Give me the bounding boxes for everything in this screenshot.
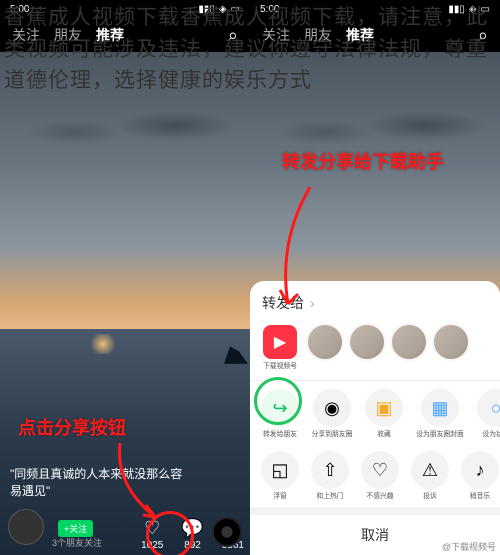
nav-friends[interactable]: 朋友: [54, 25, 82, 45]
hot-button[interactable]: ⇧ 和上热门: [308, 451, 352, 501]
label: 投诉: [423, 493, 437, 500]
user-subline: 3个朋友关注: [52, 536, 102, 549]
nav-recommend[interactable]: 推荐: [96, 25, 124, 45]
image-icon: ▦: [421, 389, 459, 427]
friend-avatar[interactable]: [350, 325, 384, 359]
follow-button[interactable]: +关注: [58, 520, 93, 537]
app-label: 下载视频号: [263, 362, 297, 369]
label: 浮窗: [273, 493, 287, 500]
app-target[interactable]: ▶ 下载视频号: [260, 325, 300, 371]
share-sheet: 转发给 › ▶ 下载视频号 ↪ 转: [250, 281, 500, 555]
left-phone: 5:00 ▮▮▯ ◈ ▭ 关注 朋友 推荐 ⌕ 点击分享按钮 "同频且真诚的人本…: [0, 0, 250, 555]
moments-button[interactable]: ◉ 分享到朋友圈: [308, 389, 356, 439]
float-button[interactable]: ◱ 浮窗: [258, 451, 302, 501]
report-button[interactable]: ⚠ 投诉: [408, 451, 452, 501]
music-icon: ♪: [461, 451, 499, 489]
friend-avatar[interactable]: [434, 325, 468, 359]
set-status-button[interactable]: ○ 设为状态: [474, 389, 500, 439]
annotation-click-share: 点击分享按钮: [18, 414, 126, 440]
bookmark-icon: ▣: [365, 389, 403, 427]
signal-icon: ▮▮▯: [448, 4, 465, 15]
music-disc[interactable]: [212, 517, 242, 547]
float-icon: ◱: [261, 451, 299, 489]
label: 设为朋友圈封面: [416, 431, 464, 438]
set-cover-button[interactable]: ▦ 设为朋友圈封面: [412, 389, 468, 439]
friends-row: ▶ 下载视频号: [250, 321, 500, 379]
friend-avatar[interactable]: [308, 325, 342, 359]
warning-icon: ⚠: [411, 451, 449, 489]
status-bar: 5:00 ▮▮▯ ◈ ▭: [0, 0, 250, 18]
nav-recommend[interactable]: 推荐: [346, 25, 374, 45]
wifi-icon: ◈: [219, 4, 227, 15]
clouds-bg: [0, 102, 250, 162]
label: 分享到朋友圈: [312, 431, 353, 438]
wifi-icon: ◈: [469, 4, 477, 15]
heart-broken-icon: ♡: [361, 451, 399, 489]
green-circle-annotation: [254, 377, 302, 425]
status-icons: ▮▮▯ ◈ ▭: [198, 4, 240, 15]
status-icons: ▮▮▯ ◈ ▭: [448, 4, 490, 15]
nav-follow[interactable]: 关注: [262, 25, 290, 45]
label: 设为状态: [482, 431, 500, 438]
video-area[interactable]: 转发分享给下载助手 转发给 › ▶ 下载视频号: [250, 52, 500, 555]
sky-bg: [0, 52, 250, 329]
friend-avatar[interactable]: [392, 325, 426, 359]
moments-icon: ◉: [313, 389, 351, 427]
top-nav: 关注 朋友 推荐 ⌕: [0, 18, 250, 52]
annotation-forward: 转发分享给下载助手: [282, 152, 444, 174]
signal-icon: ▮▮▯: [198, 4, 215, 15]
sheet-row-2: ◱ 浮窗 ⇧ 和上热门 ♡ 不感兴趣 ⚠ 投诉: [250, 445, 500, 507]
label: 不感兴趣: [366, 493, 393, 500]
nav-follow[interactable]: 关注: [12, 25, 40, 45]
phones-container: 5:00 ▮▮▯ ◈ ▭ 关注 朋友 推荐 ⌕ 点击分享按钮 "同频且真诚的人本…: [0, 0, 500, 555]
battery-icon: ▭: [481, 4, 490, 15]
music-button[interactable]: ♪ 稍音乐: [458, 451, 500, 501]
watermark: @下载视频号: [442, 540, 496, 553]
top-nav: 关注 朋友 推荐 ⌕: [250, 18, 500, 52]
favorite-button[interactable]: ▣ 收藏: [362, 389, 406, 439]
label: 和上热门: [316, 493, 343, 500]
status-bar: 5:00 ▮▮▯ ◈ ▭: [250, 0, 500, 18]
user-avatar[interactable]: [8, 509, 44, 545]
sun-glint: [88, 334, 118, 354]
status-time: 5:00: [260, 4, 279, 15]
label: 稍音乐: [470, 493, 490, 500]
search-icon[interactable]: ⌕: [228, 25, 238, 46]
battery-icon: ▭: [231, 4, 240, 15]
status-icon: ○: [477, 389, 500, 427]
search-icon[interactable]: ⌕: [478, 25, 488, 46]
dislike-button[interactable]: ♡ 不感兴趣: [358, 451, 402, 501]
right-phone: 5:00 ▮▮▯ ◈ ▭ 关注 朋友 推荐 ⌕ 转发分享给下载助手: [250, 0, 500, 555]
up-icon: ⇧: [311, 451, 349, 489]
label: 收藏: [377, 431, 391, 438]
red-arrow-annotation: [270, 182, 330, 312]
download-app-icon: ▶: [263, 325, 297, 359]
video-area[interactable]: 点击分享按钮 "同频且真诚的人本来就没那么容易遇见" +关注 3个朋友关注 ♡ …: [0, 52, 250, 555]
nav-friends[interactable]: 朋友: [304, 25, 332, 45]
status-time: 5:00: [10, 4, 29, 15]
red-arrow-annotation: [110, 435, 180, 525]
label: 转发给朋友: [263, 431, 297, 438]
